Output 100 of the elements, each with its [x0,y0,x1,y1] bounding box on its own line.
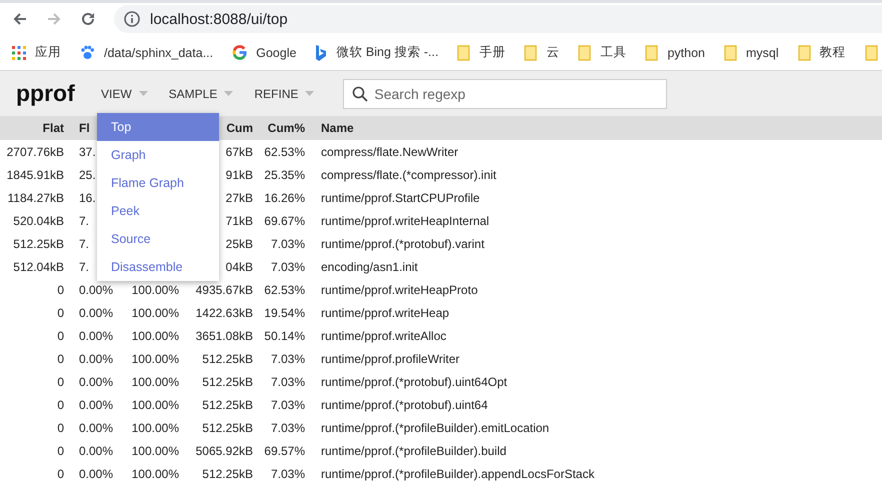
table-cell: 0 [57,466,64,480]
back-icon[interactable] [12,11,28,27]
table-cell: 0 [57,444,64,458]
table-cell: 520.04kB [13,214,64,228]
bookmark[interactable]: /data/sphinx_data... [80,45,214,60]
column-header[interactable]: Cum [226,121,253,135]
table-cell: 16. [79,190,96,204]
menu-item[interactable]: Source [97,224,219,252]
table-cell: 512.25kB [13,236,64,250]
table-cell: 7.03% [270,352,305,366]
table-cell: 512.25kB [202,420,253,434]
menu-item[interactable]: Top [97,112,219,140]
bookmark[interactable]: mysql [724,44,779,60]
table-cell: 25. [79,168,96,182]
table-cell: 62.53% [264,282,305,296]
table-cell: runtime/pprof.(*profileBuilder).emitLocation [321,420,550,434]
bookmark[interactable]: 工具 [578,44,626,61]
table-cell: compress/flate.NewWriter [321,144,458,158]
column-header[interactable]: Name [321,121,354,135]
table-cell: 0 [57,352,64,366]
table-cell: 25kB [226,236,253,250]
table-cell: 100.00% [132,466,179,480]
menu-item[interactable]: Flame Graph [97,168,219,196]
folder-icon [457,44,470,60]
menu-item[interactable]: Disassemble [97,252,219,280]
bookmark[interactable]: 云 [524,44,560,61]
menu-button[interactable]: VIEW [101,82,156,104]
caret-icon [138,91,148,96]
table-cell: 100.00% [132,328,179,342]
table-cell: 100.00% [132,398,179,412]
table-cell: runtime/pprof.writeHeapInternal [321,214,490,228]
folder-icon [864,44,878,60]
table-cell: 2707.76kB [6,144,64,158]
table-cell: 512.04kB [13,260,64,274]
table-cell: 0 [57,420,64,434]
table-cell: runtime/pprof.(*profileBuilder).appendLocsForStack [321,466,594,480]
table-cell: 512.25kB [202,374,253,388]
bookmark[interactable]: Google [232,45,296,60]
table-cell: 100.00% [132,374,179,388]
table-cell: runtime/pprof.StartCPUProfile [321,190,480,204]
reload-icon[interactable] [80,11,96,27]
column-header[interactable]: Fl [79,121,90,135]
table-cell: 69.67% [264,214,305,228]
bookmark[interactable]: 教程 [798,44,846,61]
bookmark[interactable]: 微软 Bing 搜索 -... [315,44,438,61]
table-cell: 0.00% [79,444,114,458]
column-header[interactable]: Flat [42,121,64,135]
table-cell: compress/flate.(*compressor).init [321,168,496,182]
table-cell: 7.03% [270,374,305,388]
table-cell: 0.00% [79,420,114,434]
table-cell: 0.00% [79,374,114,388]
table-cell: runtime/pprof.writeAlloc [321,328,446,342]
table-cell: 27kB [226,190,253,204]
column-header[interactable]: Cum% [268,121,305,135]
table-cell: 3651.08kB [196,328,253,342]
table-cell: 25.35% [264,168,305,182]
search-field[interactable]: Search regexp [343,78,668,108]
caret-icon [305,91,314,96]
bookmark[interactable]: python [645,44,705,60]
table-cell: 0.00% [79,282,114,296]
table-cell: 1422.63kB [196,306,253,320]
table-cell: 67kB [226,144,253,158]
table-cell: runtime/pprof.(*profileBuilder).build [321,444,506,458]
table-cell: 100.00% [132,420,179,434]
table-cell: 19.54% [264,306,305,320]
table-cell: 512.25kB [202,398,253,412]
menu-button[interactable]: SAMPLE [168,82,242,104]
table-cell: 7. [79,214,90,228]
table-cell: 1184.27kB [8,190,64,204]
table-cell: runtime/pprof.writeHeap [321,306,450,320]
folder-icon [798,44,811,60]
folder-icon [524,44,538,60]
table-cell: 0 [57,306,64,320]
table-cell: 0 [57,374,64,388]
folder-icon [724,44,737,60]
info-icon[interactable] [124,11,140,27]
table-cell: 100.00% [132,444,179,458]
menu-item[interactable]: Graph [97,140,219,168]
bing-b-icon [315,44,328,60]
menu-button[interactable]: REFINE [254,82,322,104]
table-cell: 512.25kB [202,352,253,366]
caret-icon [224,91,234,96]
table-cell: 04kB [226,260,253,274]
google-g-icon [232,45,248,60]
table-cell: 0.00% [79,306,114,320]
address-bar[interactable]: localhost:8088/ui/top [114,5,882,33]
table-cell: runtime/pprof.(*protobuf).varint [321,236,484,250]
bookmark[interactable]: 手册 [457,44,506,61]
table-cell: runtime/pprof.profileWriter [321,352,460,366]
table-cell: 50.14% [264,328,305,342]
table-cell: 0 [57,282,64,296]
table-cell: 16.26% [264,190,305,204]
table-cell: 7.03% [270,260,305,274]
table-cell: 0 [57,328,64,342]
table-cell: 1845.91kB [6,168,64,182]
table-cell: 100.00% [132,352,179,366]
table-cell: 69.57% [264,444,305,458]
bookmark[interactable]: 应用 [12,44,61,61]
menu-item[interactable]: Peek [97,196,219,224]
table-cell: 7.03% [270,466,305,480]
